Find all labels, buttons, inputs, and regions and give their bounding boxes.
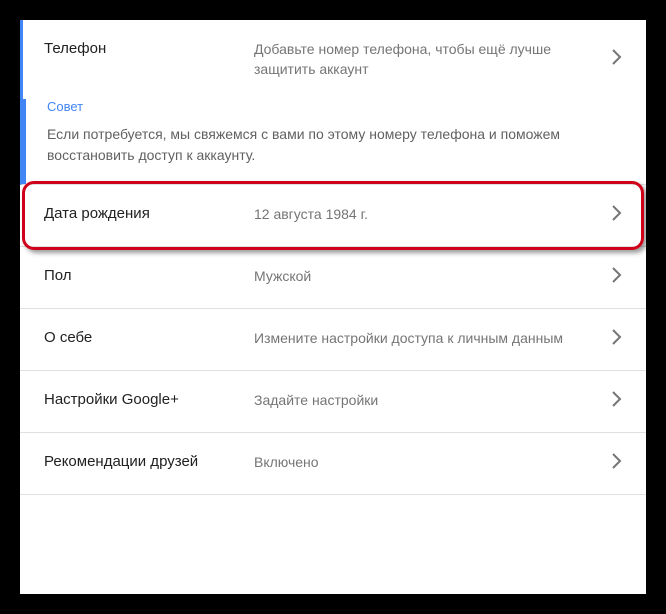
googleplus-section: Настройки Google+ Задайте настройки — [20, 371, 646, 433]
tip-label: Совет — [47, 99, 622, 114]
chevron-right-icon — [612, 49, 622, 70]
googleplus-row[interactable]: Настройки Google+ Задайте настройки — [20, 371, 646, 432]
phone-label: Телефон — [44, 40, 254, 57]
gender-label: Пол — [44, 267, 254, 284]
googleplus-value: Задайте настройки — [254, 391, 612, 411]
chevron-right-icon — [612, 453, 622, 474]
chevron-right-icon — [612, 391, 622, 412]
birthdate-row[interactable]: Дата рождения 12 августа 1984 г. — [20, 185, 646, 246]
gender-row[interactable]: Пол Мужской — [20, 247, 646, 308]
recommendations-row[interactable]: Рекомендации друзей Включено — [20, 433, 646, 494]
about-section: О себе Измените настройки доступа к личн… — [20, 309, 646, 371]
tip-section: Совет Если потребуется, мы свяжемся с ва… — [23, 99, 646, 184]
recommendations-value: Включено — [254, 453, 612, 473]
recommendations-section: Рекомендации друзей Включено — [20, 433, 646, 495]
phone-section: Телефон Добавьте номер телефона, чтобы е… — [20, 20, 646, 185]
recommendations-label: Рекомендации друзей — [44, 453, 254, 470]
birthdate-value: 12 августа 1984 г. — [254, 205, 612, 225]
about-label: О себе — [44, 329, 254, 346]
googleplus-label: Настройки Google+ — [44, 391, 254, 408]
gender-section: Пол Мужской — [20, 247, 646, 309]
chevron-right-icon — [612, 267, 622, 288]
phone-row[interactable]: Телефон Добавьте номер телефона, чтобы е… — [23, 20, 646, 99]
birthdate-label: Дата рождения — [44, 205, 254, 222]
about-value: Измените настройки доступа к личным данн… — [254, 329, 612, 349]
chevron-right-icon — [612, 205, 622, 226]
birthdate-section: Дата рождения 12 августа 1984 г. — [20, 185, 646, 247]
chevron-right-icon — [612, 329, 622, 350]
phone-value: Добавьте номер телефона, чтобы ещё лучше… — [254, 40, 612, 79]
settings-panel: Телефон Добавьте номер телефона, чтобы е… — [20, 20, 646, 594]
about-row[interactable]: О себе Измените настройки доступа к личн… — [20, 309, 646, 370]
gender-value: Мужской — [254, 267, 612, 287]
tip-text: Если потребуется, мы свяжемся с вами по … — [47, 124, 622, 166]
